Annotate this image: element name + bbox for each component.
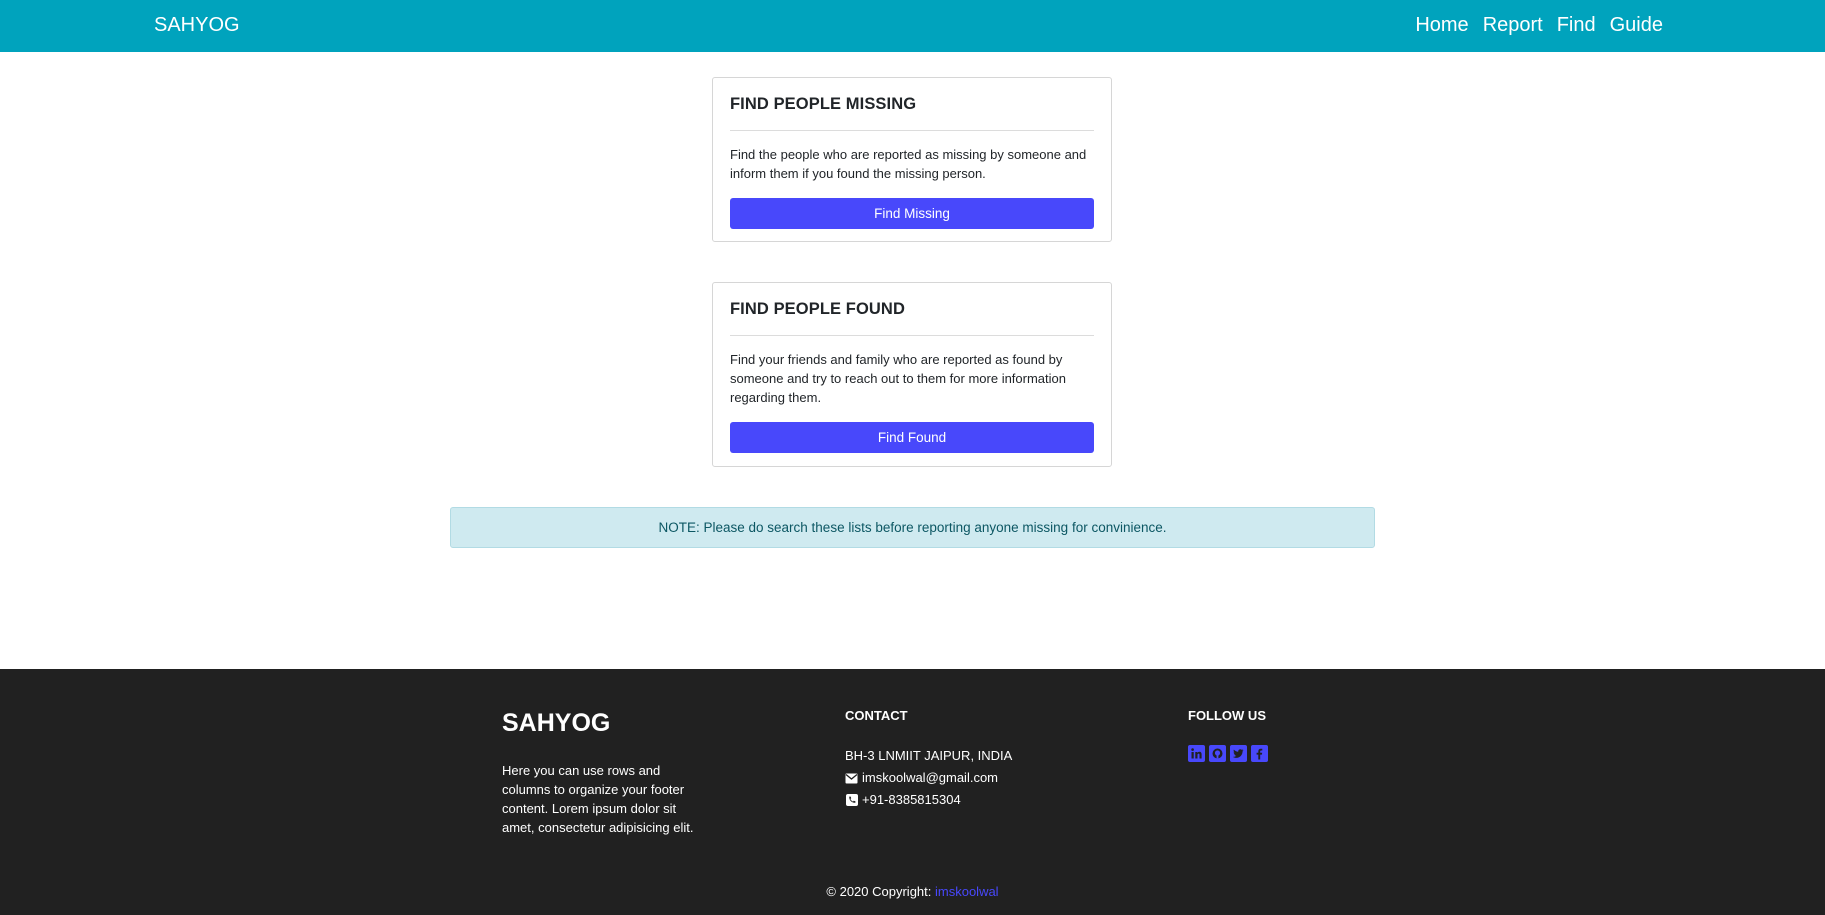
card-text: Find your friends and family who are rep…: [730, 352, 1067, 405]
linkedin-icon[interactable]: [1188, 745, 1205, 762]
find-found-card: FIND PEOPLE FOUND Find your friends and …: [712, 282, 1112, 467]
email-line: imskoolwal@gmail.com: [845, 767, 1012, 789]
card-title: FIND PEOPLE MISSING: [730, 95, 917, 113]
footer: SAHYOG Here you can use rows and columns…: [0, 669, 1825, 915]
address-text: BH-3 LNMIIT JAIPUR, INDIA: [845, 748, 1013, 763]
brand-link[interactable]: SAHYOG: [154, 14, 240, 37]
contact-heading: CONTACT: [845, 708, 908, 723]
nav-report-link[interactable]: Report: [1483, 14, 1543, 37]
envelope-icon: [845, 772, 858, 785]
card-title: FIND PEOPLE FOUND: [730, 300, 905, 318]
find-found-button[interactable]: Find Found: [730, 422, 1094, 453]
twitter-icon[interactable]: [1230, 745, 1247, 762]
card-divider: [730, 335, 1094, 336]
card-text: Find the people who are reported as miss…: [730, 147, 1087, 181]
footer-description: Here you can use rows and columns to org…: [502, 763, 694, 835]
copyright-link[interactable]: imskoolwal: [935, 884, 999, 899]
find-missing-button[interactable]: Find Missing: [730, 198, 1094, 229]
nav-home-link[interactable]: Home: [1415, 14, 1468, 37]
address-line: BH-3 LNMIIT JAIPUR, INDIA: [845, 745, 1012, 767]
facebook-icon[interactable]: [1251, 745, 1268, 762]
email-text: imskoolwal@gmail.com: [862, 770, 999, 785]
phone-icon: [845, 794, 858, 807]
phone-line: +91-8385815304: [845, 789, 1012, 811]
footer-brand: SAHYOG: [502, 709, 611, 737]
contact-info: BH-3 LNMIIT JAIPUR, INDIA imskoolwal@gma…: [845, 745, 1012, 811]
nav-find-link[interactable]: Find: [1557, 14, 1596, 37]
navbar: SAHYOG Home Report Find Guide: [0, 0, 1825, 52]
phone-text: +91-8385815304: [862, 792, 961, 807]
nav-guide-link[interactable]: Guide: [1610, 14, 1663, 37]
nav-links: Home Report Find Guide: [1415, 14, 1663, 37]
find-missing-card: FIND PEOPLE MISSING Find the people who …: [712, 77, 1112, 242]
note-alert: NOTE: Please do search these lists befor…: [450, 507, 1375, 548]
card-divider: [730, 130, 1094, 131]
social-icons: [1188, 745, 1268, 762]
copyright: © 2020 Copyright: imskoolwal: [0, 884, 1825, 899]
follow-heading: FOLLOW US: [1188, 708, 1266, 723]
copyright-text: © 2020 Copyright:: [826, 884, 935, 899]
github-icon[interactable]: [1209, 745, 1226, 762]
